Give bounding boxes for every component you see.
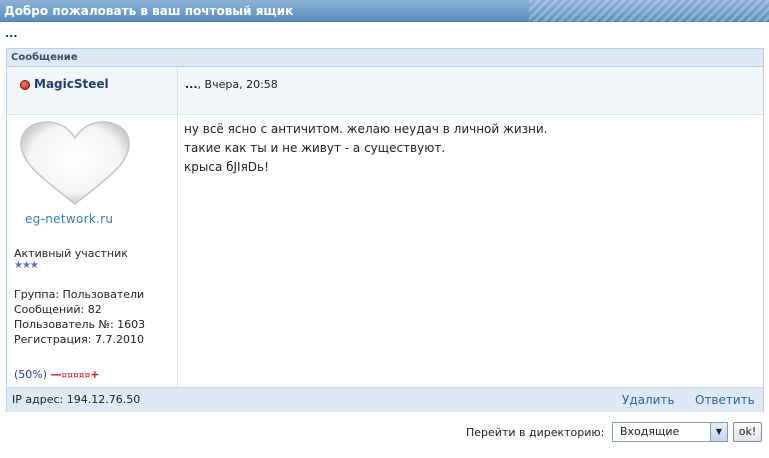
date-text: , Вчера, 20:58	[197, 78, 278, 91]
post-date: ..., Вчера, 20:58	[185, 78, 278, 91]
chevron-down-icon[interactable]: ▼	[710, 423, 727, 441]
member-registration: Регистрация: 7.7.2010	[14, 333, 144, 346]
message-line: ну всё ясно с античитом. желаю неудач в …	[184, 122, 548, 136]
reputation: (50%) —¤¤¤¤¤+	[14, 368, 99, 381]
page-title: Добро пожаловать в ваш почтовый ящик	[4, 4, 294, 18]
title-bar-decoration	[529, 0, 769, 22]
post-header: Сообщение	[7, 49, 763, 67]
member-number: Пользователь №: 1603	[14, 318, 146, 331]
reputation-minus-button[interactable]: —	[51, 368, 62, 381]
folder-select[interactable]: Входящие ▼	[612, 422, 728, 442]
offline-status-icon	[20, 80, 30, 90]
reputation-bar: ¤¤¤¤¤	[61, 371, 91, 381]
post-footer: IP адрес: 194.12.76.50 Удалить Ответить	[7, 387, 763, 412]
post-body-row: eg-network.ru Активный участник ★★★ Груп…	[7, 115, 763, 388]
author-row: MagicSteel ..., Вчера, 20:58	[7, 67, 763, 115]
author-cell: MagicSteel	[7, 67, 178, 114]
delete-button[interactable]: Удалить	[622, 393, 675, 407]
date-prefix: ...	[185, 78, 198, 91]
message-post: Сообщение MagicSteel ..., Вчера, 20:58 e…	[6, 48, 764, 412]
jump-label: Перейти в директорию:	[466, 426, 605, 439]
avatar-caption: eg-network.ru	[25, 212, 114, 226]
message-line: крыса бJIяDь!	[184, 160, 269, 174]
ok-button[interactable]: ok!	[733, 422, 762, 442]
avatar: eg-network.ru	[15, 120, 135, 230]
title-bar: Добро пожаловать в ваш почтовый ящик	[0, 0, 769, 22]
author-sidebar: eg-network.ru Активный участник ★★★ Груп…	[7, 115, 178, 388]
member-rank: Активный участник	[14, 247, 128, 260]
heart-icon	[20, 121, 130, 205]
member-posts: Сообщений: 82	[14, 303, 102, 316]
reputation-plus-button[interactable]: +	[90, 368, 99, 381]
member-group: Группа: Пользователи	[14, 288, 145, 301]
message-body: ну всё ясно с античитом. желаю неудач в …	[184, 120, 547, 177]
rank-stars-icon: ★★★	[14, 260, 39, 271]
breadcrumb[interactable]: ...	[5, 27, 18, 40]
author-name[interactable]: MagicSteel	[34, 77, 109, 91]
ip-address: IP адрес: 194.12.76.50	[12, 393, 141, 406]
message-line: такие как ты и не живут - а существуют.	[184, 141, 446, 155]
folder-select-value: Входящие	[620, 425, 680, 438]
reply-button[interactable]: Ответить	[695, 393, 755, 407]
reputation-value: (50%)	[14, 368, 48, 381]
